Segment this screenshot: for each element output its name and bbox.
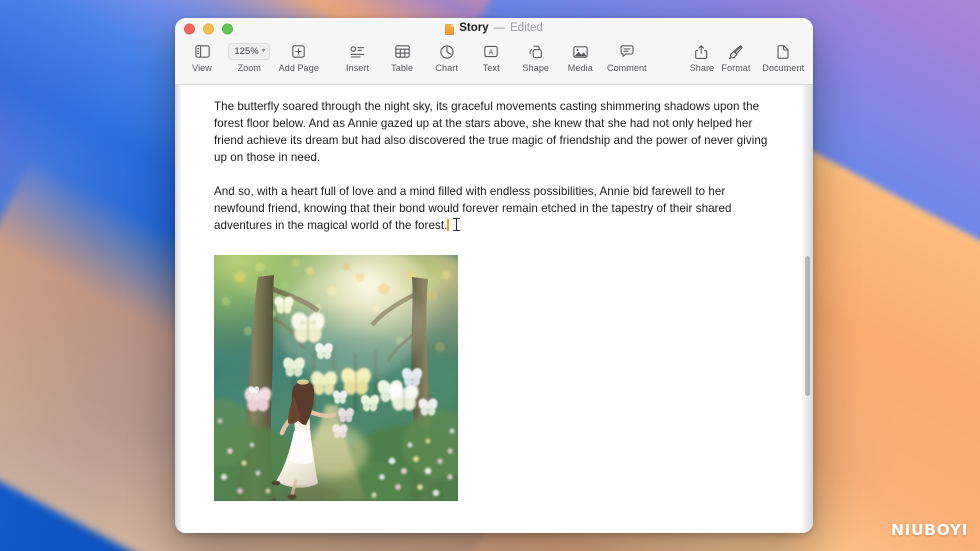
format-button[interactable]: Format [719,42,753,73]
titlebar: Story — Edited [175,18,813,40]
shape-label: Shape [522,63,550,73]
insert-label: Insert [346,63,370,73]
shape-icon [529,43,543,60]
document-paragraph[interactable]: The butterfly soared through the night s… [214,98,772,166]
svg-text:A: A [489,49,494,56]
media-photo-icon [573,43,588,60]
media-label: Media [567,63,593,73]
maximize-button[interactable] [222,23,233,35]
zoom-popup-glyph: 125% ▾ [228,43,271,60]
table-icon [394,43,410,60]
close-button[interactable] [184,23,195,35]
document-page-icon [777,43,789,60]
zoom-control[interactable]: 125% ▾ Zoom [228,42,271,73]
desktop: Story — Edited View 125% ▾ Zoom Add Page… [0,0,980,551]
zoom-percent-value: 125% [234,46,259,57]
insert-icon [350,43,365,60]
window-chrome: Story — Edited View 125% ▾ Zoom Add Page… [175,18,813,85]
text-box-icon: A [484,43,498,60]
document-edit-status: Edited [510,22,543,35]
media-button[interactable]: Media [563,42,597,73]
magical-forest-painting[interactable] [214,255,458,501]
chart-button[interactable]: Chart [430,42,464,73]
chart-pie-icon [440,43,454,60]
comment-label: Comment [606,63,647,73]
zoom-percent-button[interactable]: 125% ▾ [228,43,271,60]
document-canvas[interactable]: The butterfly soared through the night s… [175,85,813,533]
table-label: Table [391,63,414,73]
paintbrush-icon [728,43,743,60]
share-arrow-icon [695,43,708,60]
toolbar: View 125% ▾ Zoom Add Page Insert Table C… [175,40,813,84]
plus-page-icon [292,43,306,60]
document-label: Document [762,63,805,73]
text-button[interactable]: A Text [474,42,508,73]
table-button[interactable]: Table [385,42,419,73]
share-button[interactable]: Share [685,42,719,73]
view-label: View [192,63,212,73]
pages-document-icon [445,23,455,35]
document-title: Story [459,22,489,35]
pages-window: Story — Edited View 125% ▾ Zoom Add Page… [175,18,813,533]
shape-button[interactable]: Shape [519,42,553,73]
i-beam-cursor [453,218,461,231]
add-page-label: Add Page [278,63,319,73]
watermark: NIUBOYI [891,521,968,539]
comment-bubble-icon [620,43,634,60]
text-insertion-caret [447,219,450,231]
comment-button[interactable]: Comment [606,42,647,73]
view-button[interactable]: View [185,42,219,73]
add-page-button[interactable]: Add Page [278,42,319,73]
zoom-label: Zoom [237,63,261,73]
vertical-scrollbar[interactable] [804,89,811,529]
title-separator: — [493,22,506,35]
window-title[interactable]: Story — Edited [445,23,543,35]
text-label: Text [482,63,500,73]
document-paragraph[interactable]: And so, with a heart full of love and a … [214,183,772,234]
share-label: Share [689,63,715,73]
sidebar-icon [194,43,210,60]
scrollbar-thumb[interactable] [805,256,810,397]
document-button[interactable]: Document [762,42,805,73]
format-label: Format [721,63,751,73]
paragraph-text: And so, with a heart full of love and a … [214,185,732,232]
chart-label: Chart [435,63,458,73]
document-page[interactable]: The butterfly soared through the night s… [181,85,802,533]
minimize-button[interactable] [203,23,214,35]
chevron-down-icon: ▾ [261,47,266,55]
window-controls [184,23,233,35]
insert-button[interactable]: Insert [341,42,375,73]
